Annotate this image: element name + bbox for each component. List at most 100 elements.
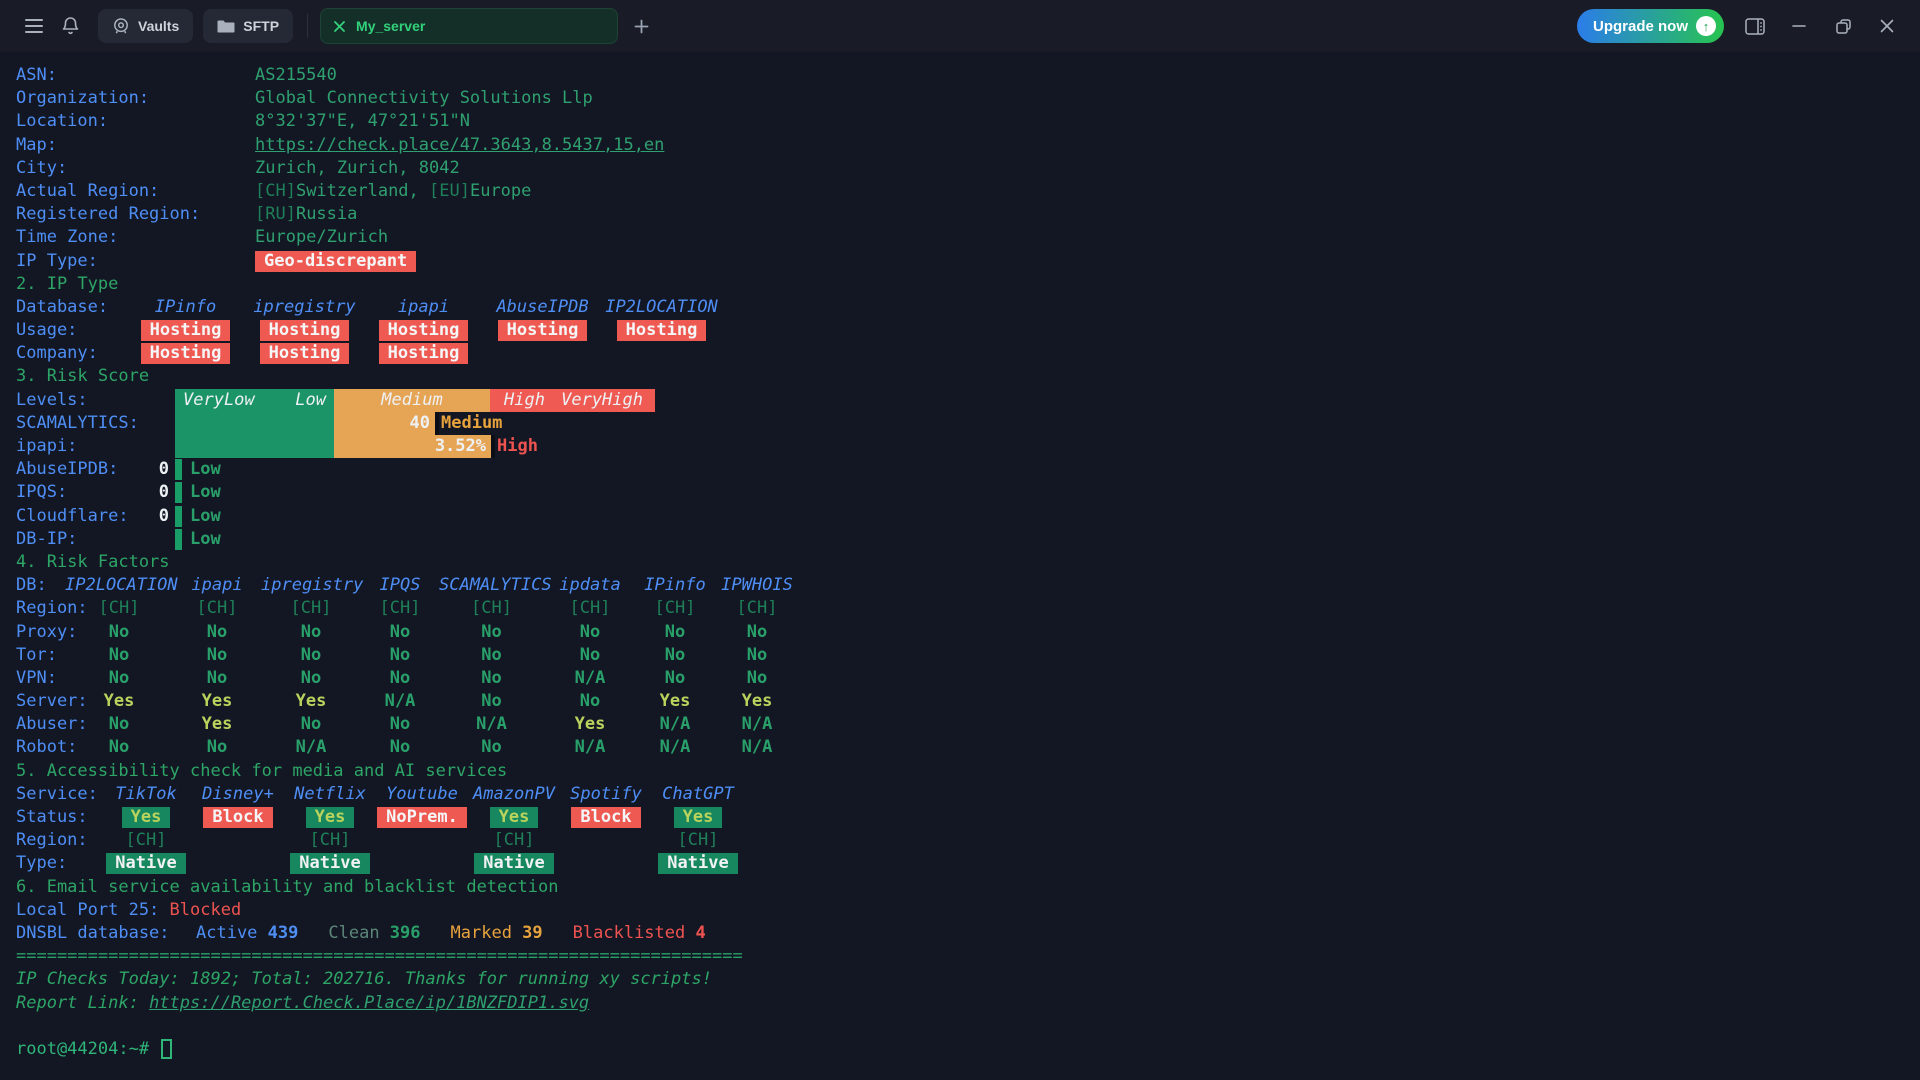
table-cell: [CH]: [173, 597, 261, 620]
db-header-row: DB:IP2LOCATIONipapiipregistryIPQSSCAMALY…: [16, 574, 1904, 597]
table-cell: No: [261, 644, 361, 667]
table-cell: [CH]: [544, 597, 636, 620]
table-cell: No: [361, 736, 439, 759]
separator-line: ========================================…: [16, 945, 1904, 968]
table-cell: No: [261, 621, 361, 644]
sftp-button[interactable]: SFTP: [203, 9, 293, 43]
usage-badge: Hosting: [379, 320, 469, 341]
risk-bar-green: [175, 412, 334, 435]
risk-score-row: DB-IP:Low: [16, 528, 1904, 551]
risk-factors-table: DB:IP2LOCATIONipapiipregistryIPQSSCAMALY…: [16, 574, 1904, 760]
table-cell: No: [261, 667, 361, 690]
db-column-header: ipapi: [364, 296, 483, 319]
new-tab-button[interactable]: [626, 11, 656, 41]
close-icon: [1880, 19, 1894, 33]
table-cell: No: [714, 667, 800, 690]
table-cell: Hosting: [602, 319, 721, 342]
native-badge: Native: [290, 853, 369, 874]
table-cell: Native: [468, 852, 560, 875]
risk-bar-tick: [175, 506, 182, 527]
table-cell: No: [361, 667, 439, 690]
level-bar-orange: Medium: [334, 389, 490, 412]
table-cell: [CH]: [65, 597, 173, 620]
risk-score-table: Levels:VeryLowLowMediumHighVeryHighSCAMA…: [16, 389, 1904, 551]
risk-level: Low: [188, 458, 221, 481]
close-window-button[interactable]: [1870, 8, 1904, 44]
db-column-header: ipregistry: [261, 574, 361, 597]
menu-button[interactable]: [16, 8, 52, 44]
risk-score-value: 0: [146, 505, 175, 528]
row-label: Server:: [16, 690, 65, 713]
hamburger-icon: [25, 19, 43, 33]
report-link[interactable]: https://Report.Check.Place/ip/1BNZFDIP1.…: [149, 992, 589, 1015]
table-cell: No: [173, 736, 261, 759]
restore-button[interactable]: [1826, 8, 1860, 44]
table-cell: Hosting: [364, 342, 483, 365]
status-row: Status:YesBlockYesNoPrem.YesBlockYes: [16, 806, 1904, 829]
info-value: [CH]: [255, 180, 296, 203]
info-row: ASN:AS215540: [16, 64, 1904, 87]
table-cell: [CH]: [361, 597, 439, 620]
usage-badge: Hosting: [379, 343, 469, 364]
close-tab-icon[interactable]: [333, 20, 346, 33]
table-cell: No: [361, 713, 439, 736]
db-column-header: ipregistry: [245, 296, 364, 319]
usage-badge: Hosting: [260, 320, 350, 341]
level-bar-green: VeryLowLow: [175, 389, 334, 412]
risk-level: Low: [188, 505, 221, 528]
row-label: Abuser:: [16, 713, 65, 736]
upgrade-now-button[interactable]: Upgrade now ↑: [1577, 9, 1724, 43]
folder-icon: [217, 18, 235, 34]
minimize-icon: [1792, 19, 1806, 33]
row-label: Region:: [16, 829, 100, 852]
table-cell: No: [439, 690, 544, 713]
table-cell: No: [173, 621, 261, 644]
shell-prompt-row[interactable]: root@44204:~#: [16, 1038, 1904, 1061]
db-column-header: ipapi: [173, 574, 261, 597]
row-label: Status:: [16, 806, 100, 829]
service-column-header: TikTok: [100, 783, 192, 806]
region-row: Region:[CH][CH][CH][CH]: [16, 829, 1904, 852]
ip-info-section: ASN:AS215540Organization:Global Connecti…: [16, 64, 1904, 273]
info-row: City:Zurich, Zurich, 8042: [16, 157, 1904, 180]
native-badge: Native: [474, 853, 553, 874]
row-label: Company:: [16, 342, 126, 365]
table-cell: Hosting: [126, 342, 245, 365]
restore-icon: [1836, 19, 1851, 34]
vaults-button[interactable]: Vaults: [98, 9, 193, 43]
table-cell: No: [636, 644, 714, 667]
dnsbl-stat: Clean 396: [328, 923, 420, 943]
table-cell: Hosting: [245, 342, 364, 365]
notifications-button[interactable]: [52, 8, 88, 44]
dnsbl-label: DNSBL database:: [16, 922, 196, 945]
dnsbl-stat: Blacklisted 4: [573, 923, 706, 943]
info-row: IP Type:Geo-discrepant: [16, 250, 1904, 273]
dnsbl-stat: Marked 39: [451, 923, 543, 943]
info-value: Switzerland,: [296, 180, 429, 203]
map-link[interactable]: https://check.place/47.3643,8.5437,15,en: [255, 134, 664, 157]
level-label: Medium: [381, 389, 442, 412]
db-label: Database:: [16, 296, 126, 319]
table-cell: [CH]: [284, 829, 376, 852]
tab-my-server[interactable]: My_server: [320, 8, 618, 44]
type-row: Type:NativeNativeNativeNative: [16, 852, 1904, 875]
service-status-badge: NoPrem.: [377, 807, 467, 828]
usage-badge: Hosting: [498, 320, 588, 341]
service-status-badge: Yes: [490, 807, 539, 828]
risk-score-row: IPQS:0Low: [16, 481, 1904, 504]
table-cell: Yes: [100, 806, 192, 829]
panel-toggle-button[interactable]: [1738, 8, 1772, 44]
info-label: Registered Region:: [16, 203, 255, 226]
levels-label: Levels:: [16, 389, 146, 412]
risk-source-label: SCAMALYTICS:: [16, 412, 146, 435]
risk-bar-tick: [175, 459, 182, 480]
table-cell: No: [636, 621, 714, 644]
terminal-output[interactable]: ASN:AS215540Organization:Global Connecti…: [0, 52, 1920, 1061]
risk-level: Low: [188, 528, 221, 551]
dnsbl-stat-value: 439: [268, 923, 299, 943]
minimize-button[interactable]: [1782, 8, 1816, 44]
risk-score-row: Cloudflare:0Low: [16, 505, 1904, 528]
risk-bar-tick: [175, 529, 182, 550]
risk-bar-orange: 3.52%: [334, 435, 491, 458]
bell-icon: [61, 16, 80, 36]
